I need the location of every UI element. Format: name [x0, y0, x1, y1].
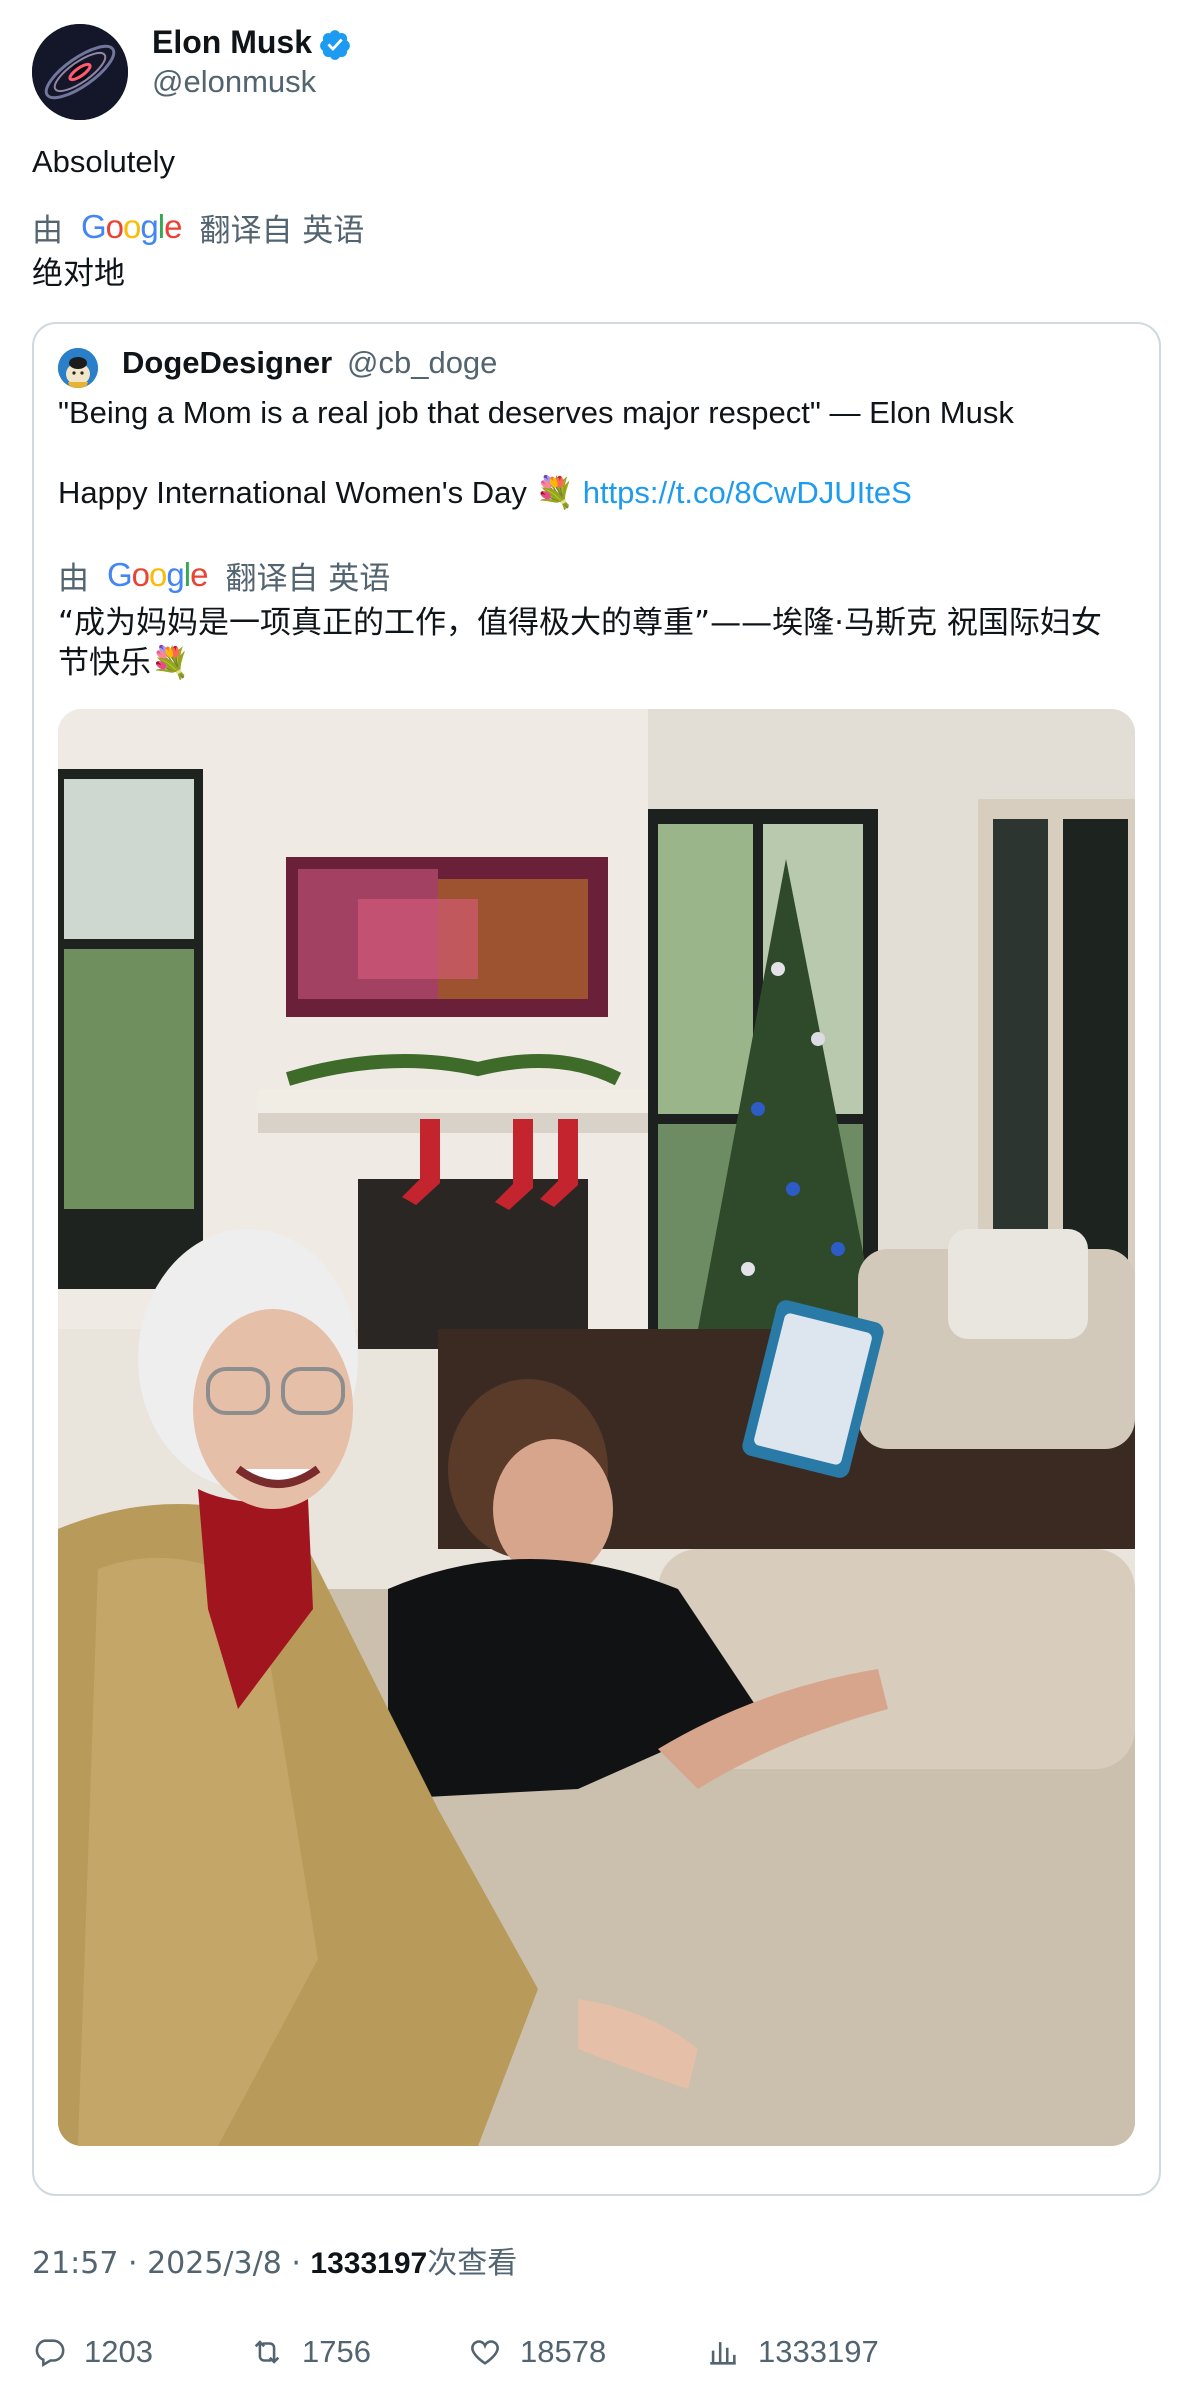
view-count: 1333197	[310, 2247, 428, 2280]
quoted-translated-line2: 节快乐💐	[58, 645, 190, 681]
tweet-text: Absolutely	[32, 144, 176, 179]
quoted-text-line2: Happy International Women's Day 💐 https:…	[58, 473, 912, 513]
doge-avatar-icon	[58, 348, 98, 388]
heart-icon	[471, 2340, 499, 2365]
verified-badge-icon	[320, 30, 350, 60]
quoted-text-greeting: Happy International Women's Day 💐	[58, 475, 575, 510]
quoted-translated-line1: “成为妈妈是一项真正的工作，值得极大的尊重”——埃隆·马斯克 祝国际妇女	[58, 605, 1102, 641]
quoted-author-avatar[interactable]	[58, 348, 98, 388]
retweet-icon	[254, 2340, 280, 2364]
retweet-count: 1756	[302, 2334, 371, 2369]
analytics-bar-icon	[710, 2342, 736, 2365]
quoted-translation-prefix: 由	[58, 560, 89, 597]
view-count-suffix: 次查看	[427, 2246, 518, 2281]
tweet-meta: 21:57 · 2025/3/8 · 1333197次查看	[32, 2244, 517, 2284]
quoted-translated-text: “成为妈妈是一项真正的工作，值得极大的尊重”——埃隆·马斯克 祝国际妇女 节快乐…	[58, 603, 1138, 683]
author-avatar[interactable]	[32, 24, 128, 120]
author-name[interactable]: Elon Musk	[152, 22, 312, 62]
views-button[interactable]: 1333197	[706, 2330, 879, 2374]
translation-prefix: 由	[32, 212, 63, 249]
like-button[interactable]: 18578	[468, 2330, 606, 2374]
author-handle[interactable]: @elonmusk	[152, 62, 316, 102]
quoted-translation-attribution[interactable]: 由 Google 翻译自 英语	[58, 555, 391, 597]
galaxy-avatar-icon	[32, 24, 128, 120]
quoted-text-line1: "Being a Mom is a real job that deserves…	[58, 395, 1014, 430]
translated-text: 绝对地	[32, 256, 125, 292]
tweet-timestamp[interactable]: 21:57 · 2025/3/8 ·	[32, 2246, 310, 2281]
quoted-tweet-photo[interactable]	[58, 709, 1135, 2146]
action-bar: 1203 1756 18578 1333197	[32, 2330, 1162, 2374]
quoted-link[interactable]: https://t.co/8CwDJUIteS	[583, 475, 912, 510]
views-action-count: 1333197	[758, 2334, 879, 2369]
quoted-author-name[interactable]: DogeDesigner	[122, 343, 332, 383]
reply-count: 1203	[84, 2334, 153, 2369]
reply-icon	[35, 2339, 65, 2368]
translation-suffix: 翻译自 英语	[199, 212, 365, 249]
living-room-photo	[58, 709, 1135, 2146]
quoted-author-handle[interactable]: @cb_doge	[347, 343, 497, 383]
translation-attribution[interactable]: 由 Google 翻译自 英语	[32, 207, 365, 249]
google-logo: Google	[81, 208, 182, 245]
reply-button[interactable]: 1203	[32, 2330, 153, 2374]
retweet-button[interactable]: 1756	[250, 2330, 371, 2374]
quoted-translation-suffix: 翻译自 英语	[225, 560, 391, 597]
google-logo: Google	[107, 556, 208, 593]
like-count: 18578	[520, 2334, 607, 2369]
